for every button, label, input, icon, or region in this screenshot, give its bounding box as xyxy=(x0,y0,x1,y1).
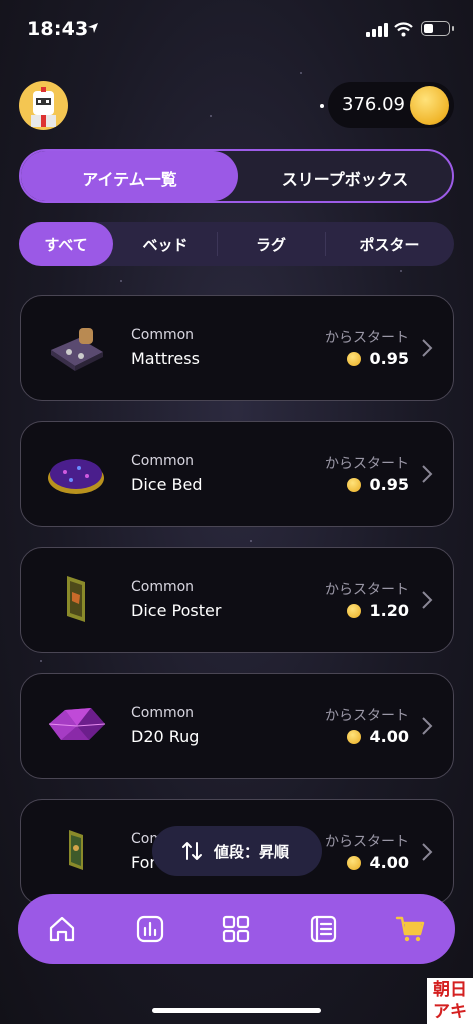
item-rarity: Common xyxy=(131,327,195,343)
home-icon[interactable] xyxy=(47,914,77,944)
segment-control: アイテム一覧 スリープボックス xyxy=(19,149,454,203)
category-all[interactable]: すべて xyxy=(19,234,113,255)
coin-icon xyxy=(347,604,361,618)
item-from-label: からスタート xyxy=(325,834,409,850)
status-bar: 18:43 xyxy=(0,0,473,60)
poster-icon xyxy=(69,830,83,870)
item-card[interactable]: Common Dice Poster からスタート 1.20 xyxy=(20,547,454,653)
item-card[interactable]: Common D20 Rug からスタート 4.00 xyxy=(20,673,454,779)
item-card[interactable]: Common Dice Bed からスタート 0.95 xyxy=(20,421,454,527)
item-from-label: からスタート xyxy=(325,330,409,346)
d20-rug-icon xyxy=(48,708,106,740)
coin-icon xyxy=(347,478,361,492)
chart-icon[interactable] xyxy=(135,914,165,944)
item-price: 1.20 xyxy=(369,601,409,620)
dice-bed-icon xyxy=(48,459,104,494)
cellular-signal-icon xyxy=(366,23,388,37)
cart-icon[interactable] xyxy=(395,914,425,944)
chevron-right-icon xyxy=(422,339,433,357)
tab-sleep-box[interactable]: スリープボックス xyxy=(238,166,452,190)
location-arrow-icon xyxy=(88,23,98,33)
watermark-logo: 朝日 アキ xyxy=(427,978,473,1024)
sort-button[interactable]: 値段：昇順 xyxy=(152,826,322,876)
battery-icon xyxy=(421,21,454,36)
sort-arrows-icon xyxy=(182,842,202,860)
status-time: 18:43 xyxy=(27,18,89,40)
dice-poster-icon xyxy=(67,576,85,622)
coin-dot xyxy=(320,104,324,108)
item-name: Mattress xyxy=(131,349,200,368)
chevron-right-icon xyxy=(422,717,433,735)
chevron-right-icon xyxy=(422,465,433,483)
coin-icon xyxy=(347,856,361,870)
item-rarity: Common xyxy=(131,579,195,595)
avatar[interactable] xyxy=(19,81,68,130)
item-price: 4.00 xyxy=(369,727,409,746)
item-name: Dice Poster xyxy=(131,601,222,620)
item-price: 4.00 xyxy=(369,853,409,872)
item-name: Dice Bed xyxy=(131,475,203,494)
item-from-label: からスタート xyxy=(325,708,409,724)
item-price: 0.95 xyxy=(369,349,409,368)
item-rarity: Common xyxy=(131,453,195,469)
category-filter: すべて ベッド ラグ ポスター xyxy=(19,222,454,266)
coin-icon xyxy=(347,352,361,366)
category-bed[interactable]: ベッド xyxy=(113,234,217,255)
coin-balance: 376.09 xyxy=(342,94,405,115)
watermark-line1: 朝日 xyxy=(433,980,467,1000)
grid-icon[interactable] xyxy=(221,914,251,944)
list-icon[interactable] xyxy=(308,914,338,944)
chevron-right-icon xyxy=(422,843,433,861)
item-price: 0.95 xyxy=(369,475,409,494)
wifi-icon xyxy=(394,22,413,37)
item-rarity: Common xyxy=(131,705,195,721)
coin-icon xyxy=(410,86,449,125)
sort-label: 値段：昇順 xyxy=(214,843,290,861)
tab-item-list[interactable]: アイテム一覧 xyxy=(21,166,238,190)
item-from-label: からスタート xyxy=(325,582,409,598)
home-indicator[interactable] xyxy=(152,1008,321,1013)
item-from-label: からスタート xyxy=(325,456,409,472)
category-poster[interactable]: ポスター xyxy=(325,234,454,255)
item-name: D20 Rug xyxy=(131,727,200,746)
item-card[interactable]: Common Mattress からスタート 0.95 xyxy=(20,295,454,401)
coin-icon xyxy=(347,730,361,744)
knight-avatar-icon xyxy=(31,87,56,127)
watermark-line2: アキ xyxy=(433,1002,467,1022)
bottom-nav xyxy=(18,894,455,964)
chevron-right-icon xyxy=(422,591,433,609)
category-rug[interactable]: ラグ xyxy=(217,234,325,255)
mattress-icon xyxy=(51,328,103,371)
